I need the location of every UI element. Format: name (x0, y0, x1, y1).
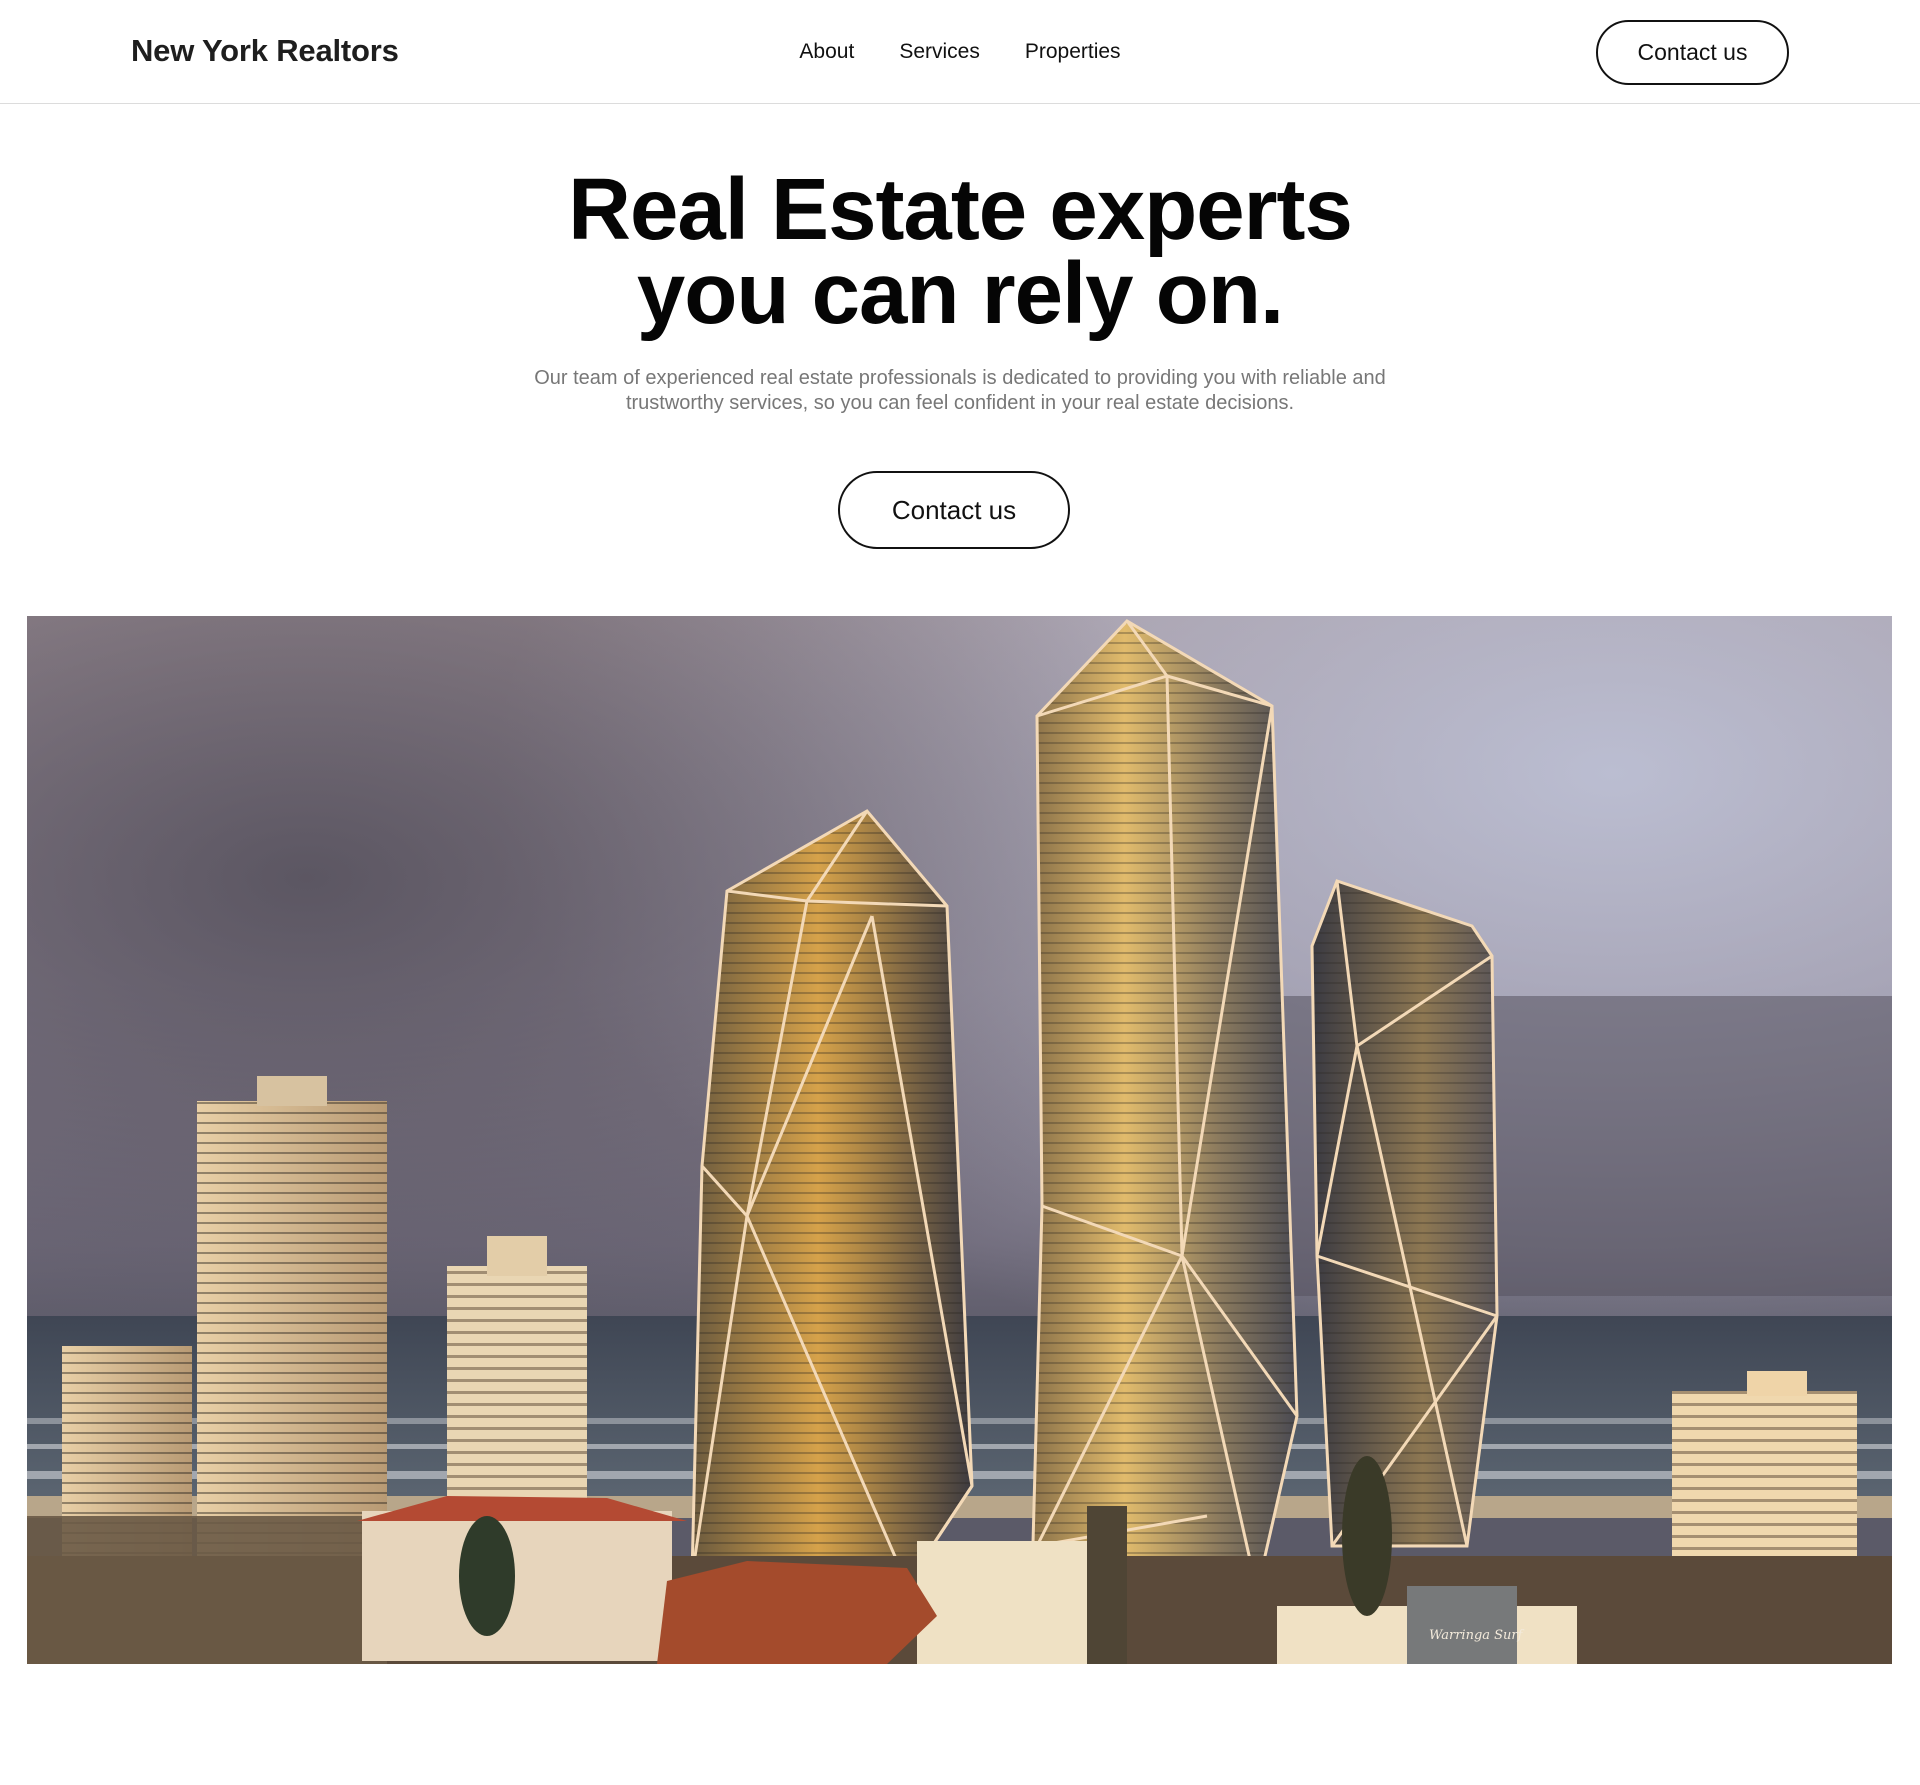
hero-image-skyline: Warringa Surf (27, 616, 1892, 1664)
navbar: New York Realtors About Services Propert… (0, 0, 1920, 104)
tower-middle (1030, 619, 1299, 1593)
signage-text: Warringa Surf (1429, 1628, 1525, 1643)
nav-link-properties[interactable]: Properties (1025, 40, 1121, 64)
building-left-tall (197, 1076, 387, 1571)
hero-title-line-2: you can rely on. (636, 245, 1284, 342)
hero-title-line-1: Real Estate experts (568, 161, 1353, 258)
hero-contact-button[interactable]: Contact us (838, 471, 1070, 549)
nav-link-about[interactable]: About (799, 40, 854, 64)
skyline-photo: Warringa Surf (27, 616, 1892, 1664)
header-contact-button[interactable]: Contact us (1596, 20, 1789, 85)
tower-right (1310, 879, 1499, 1548)
hero-title: Real Estate experts you can rely on. (0, 166, 1920, 337)
hero-subtitle-line-2: trustworthy services, so you can feel co… (625, 392, 1295, 414)
hero-subtitle-line-1: Our team of experienced real estate prof… (534, 367, 1386, 389)
nav-link-services[interactable]: Services (899, 40, 980, 64)
hero-subtitle: Our team of experienced real estate prof… (460, 366, 1460, 416)
tower-left (690, 809, 974, 1586)
